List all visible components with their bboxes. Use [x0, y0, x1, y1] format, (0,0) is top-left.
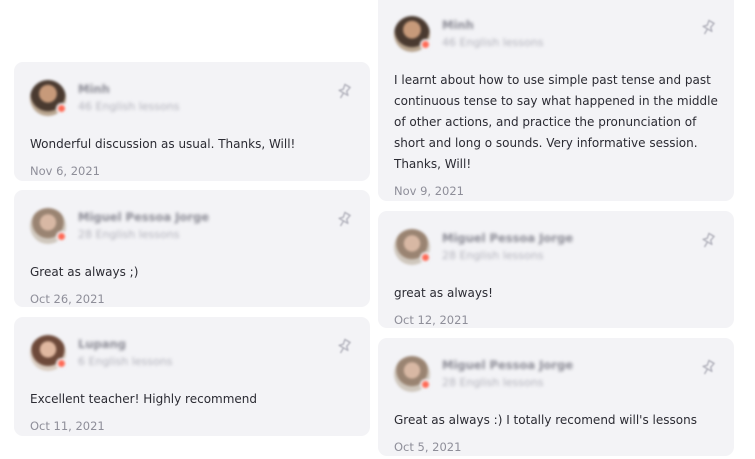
- reviewer-meta: Miguel Pessoa Jorge 28 English lessons: [442, 231, 573, 263]
- status-dot-icon: [420, 252, 431, 263]
- review-header: Miguel Pessoa Jorge 28 English lessons: [30, 206, 354, 250]
- avatar[interactable]: [30, 80, 67, 116]
- pin-icon[interactable]: [698, 18, 718, 38]
- pin-icon[interactable]: [334, 82, 354, 102]
- review-date: Nov 6, 2021: [30, 164, 100, 178]
- reviewer-lessons: 28 English lessons: [78, 228, 180, 241]
- reviewer-meta: Minh 46 English lessons: [442, 18, 543, 50]
- review-card: Minh 46 English lessons I learnt about h…: [378, 0, 734, 201]
- review-header: Miguel Pessoa Jorge 28 English lessons: [394, 354, 718, 398]
- reviewer-name[interactable]: Lupang: [78, 337, 172, 351]
- review-date: Oct 12, 2021: [394, 313, 469, 327]
- status-dot-icon: [56, 231, 67, 242]
- avatar[interactable]: [394, 229, 431, 265]
- reviewer-name[interactable]: Minh: [442, 18, 543, 32]
- reviewer-name[interactable]: Miguel Pessoa Jorge: [78, 210, 209, 224]
- reviewer-meta: Lupang 6 English lessons: [78, 337, 172, 369]
- review-date: Oct 26, 2021: [30, 292, 105, 306]
- review-date: Nov 9, 2021: [394, 184, 464, 198]
- reviewer-lessons: 46 English lessons: [442, 36, 544, 49]
- pin-icon[interactable]: [698, 358, 718, 378]
- review-text: Excellent teacher! Highly recommend: [30, 392, 258, 406]
- avatar[interactable]: [394, 16, 431, 52]
- reviewer-name[interactable]: Miguel Pessoa Jorge: [442, 231, 573, 245]
- review-text: great as always!: [394, 286, 493, 300]
- review-text: Great as always ;): [30, 265, 139, 279]
- review-header: Minh 46 English lessons: [30, 78, 354, 122]
- review-card: Miguel Pessoa Jorge 28 English lessons g…: [378, 211, 734, 328]
- reviewer-lessons: 46 English lessons: [78, 100, 180, 113]
- avatar[interactable]: [30, 208, 67, 244]
- pin-icon[interactable]: [334, 337, 354, 357]
- status-dot-icon: [420, 379, 431, 390]
- reviewer-meta: Miguel Pessoa Jorge 28 English lessons: [78, 210, 209, 242]
- avatar[interactable]: [30, 335, 67, 371]
- review-header: Miguel Pessoa Jorge 28 English lessons: [394, 227, 718, 271]
- review-text: I learnt about how to use simple past te…: [394, 73, 718, 171]
- pin-icon[interactable]: [698, 231, 718, 251]
- review-card: Minh 46 English lessons Wonderful discus…: [14, 62, 370, 181]
- avatar[interactable]: [394, 356, 431, 392]
- reviewer-meta: Minh 46 English lessons: [78, 82, 179, 114]
- reviewer-lessons: 28 English lessons: [442, 249, 544, 262]
- review-date: Oct 11, 2021: [30, 419, 105, 433]
- review-card: Lupang 6 English lessons Excellent teach…: [14, 317, 370, 436]
- reviewer-lessons: 28 English lessons: [442, 376, 544, 389]
- reviewer-name[interactable]: Minh: [78, 82, 179, 96]
- status-dot-icon: [420, 39, 431, 50]
- review-text: Great as always :) I totally recomend wi…: [394, 413, 697, 427]
- review-date: Oct 5, 2021: [394, 440, 462, 454]
- reviewer-lessons: 6 English lessons: [78, 355, 173, 368]
- status-dot-icon: [56, 358, 67, 369]
- review-card: Miguel Pessoa Jorge 28 English lessons G…: [14, 190, 370, 307]
- review-header: Lupang 6 English lessons: [30, 333, 354, 377]
- status-dot-icon: [56, 103, 67, 114]
- pin-icon[interactable]: [334, 210, 354, 230]
- review-text: Wonderful discussion as usual. Thanks, W…: [30, 137, 296, 151]
- reviewer-meta: Miguel Pessoa Jorge 28 English lessons: [442, 358, 573, 390]
- review-card: Miguel Pessoa Jorge 28 English lessons G…: [378, 338, 734, 456]
- reviewer-name[interactable]: Miguel Pessoa Jorge: [442, 358, 573, 372]
- review-header: Minh 46 English lessons: [394, 14, 718, 58]
